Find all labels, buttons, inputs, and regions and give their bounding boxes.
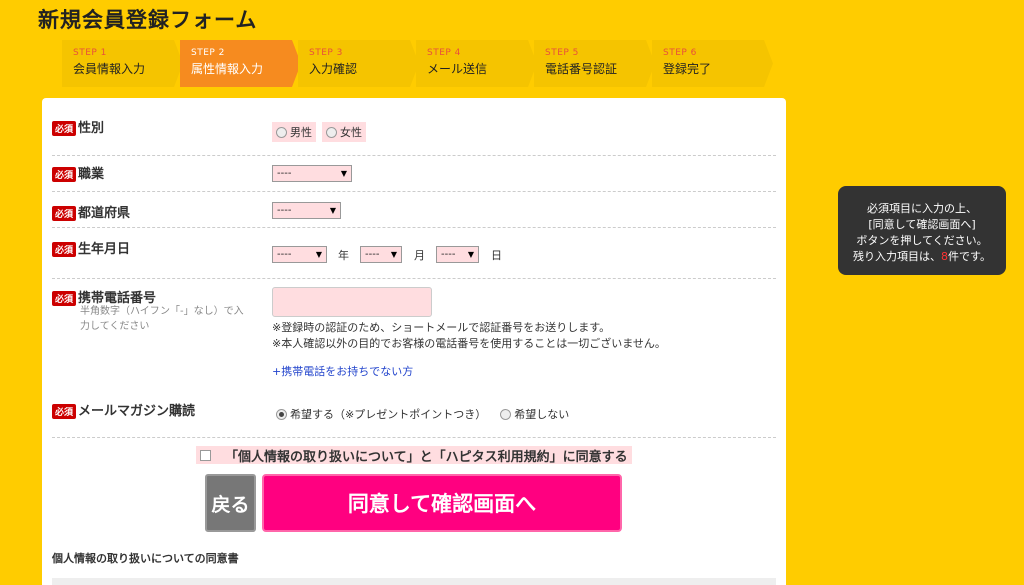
phone-input[interactable] xyxy=(272,287,432,317)
gender-female-label: 女性 xyxy=(340,126,362,139)
step-label: 会員情報入力 xyxy=(73,62,146,76)
newsletter-label: 必須 メールマガジン購読 xyxy=(52,400,195,419)
remaining-fields-tooltip: 必須項目に入力の上、 [同意して確認画面へ] ボタンを押してください。 残り入力… xyxy=(838,186,1006,275)
dropdown-arrow-icon: ▼ xyxy=(390,250,397,259)
month-unit: 月 xyxy=(414,249,425,262)
tooltip-line-4: 残り入力項目は、8件です。 xyxy=(838,249,1006,265)
dropdown-arrow-icon: ▼ xyxy=(467,250,474,259)
phone-hint: 半角数字（ハイフン「-」なし）で入力してください xyxy=(80,306,244,332)
birth-month-value: ---- xyxy=(365,249,380,260)
step-label: 属性情報入力 xyxy=(191,62,264,76)
step-label: 入力確認 xyxy=(309,62,358,76)
birth-day-value: ---- xyxy=(441,249,456,260)
consent-text-box[interactable] xyxy=(52,578,776,585)
phone-note-1: ※登録時の認証のため、ショートメールで認証番号をお送りします。 xyxy=(272,321,611,334)
dropdown-arrow-icon: ▼ xyxy=(315,250,322,259)
step-label: メール送信 xyxy=(427,62,488,76)
required-badge: 必須 xyxy=(52,121,77,136)
year-unit: 年 xyxy=(338,249,349,262)
step-number: STEP 1 xyxy=(73,48,107,58)
step-label: 電話番号認証 xyxy=(545,62,618,76)
birthdate-label-text: 生年月日 xyxy=(78,242,131,257)
divider xyxy=(52,155,776,156)
divider xyxy=(52,278,776,279)
newsletter-no-label: 希望しない xyxy=(514,408,570,421)
prefecture-select[interactable]: ---- ▼ xyxy=(272,202,341,219)
step-4: STEP 4 メール送信 xyxy=(416,40,537,87)
dropdown-arrow-icon: ▼ xyxy=(329,206,336,215)
tooltip-line-3: ボタンを押してください。 xyxy=(856,234,988,247)
newsletter-no-option[interactable]: 希望しない xyxy=(496,404,573,424)
divider xyxy=(52,191,776,192)
birth-year-select[interactable]: ---- ▼ xyxy=(272,246,327,263)
tooltip-suffix: 件です。 xyxy=(948,250,991,263)
step-number: STEP 3 xyxy=(309,48,343,58)
birthdate-label: 必須 生年月日 xyxy=(52,238,130,257)
radio-button[interactable] xyxy=(500,408,512,420)
step-5: STEP 5 電話番号認証 xyxy=(534,40,655,87)
step-number: STEP 4 xyxy=(427,48,461,58)
gender-radio-group: 男性 女性 xyxy=(272,122,366,142)
dropdown-arrow-icon: ▼ xyxy=(340,169,347,178)
step-number: STEP 2 xyxy=(191,48,225,58)
step-label: 登録完了 xyxy=(663,62,712,76)
occupation-label-text: 職業 xyxy=(78,167,105,182)
page-title: 新規会員登録フォーム xyxy=(38,8,258,32)
tooltip-line-2: [同意して確認画面へ] xyxy=(868,218,976,231)
required-badge: 必須 xyxy=(52,206,77,221)
required-badge: 必須 xyxy=(52,242,77,257)
occupation-select[interactable]: ---- ▼ xyxy=(272,165,352,182)
step-6: STEP 6 登録完了 xyxy=(652,40,773,87)
birth-day-select[interactable]: ---- ▼ xyxy=(436,246,479,263)
consent-title: 個人情報の取り扱いについての同意書 xyxy=(52,552,239,565)
gender-female-option[interactable]: 女性 xyxy=(322,122,366,142)
prefecture-label: 必須 都道府県 xyxy=(52,202,130,221)
agree-checkbox[interactable] xyxy=(200,449,211,461)
divider xyxy=(52,437,776,438)
gender-male-label: 男性 xyxy=(290,126,312,139)
step-1: STEP 1 会員情報入力 xyxy=(62,40,183,87)
day-unit: 日 xyxy=(491,249,502,262)
radio-button[interactable] xyxy=(276,408,287,420)
prefecture-select-value: ---- xyxy=(277,205,292,216)
radio-button[interactable] xyxy=(326,126,337,138)
required-badge: 必須 xyxy=(52,167,77,182)
agree-label: 「個人情報の取り扱いについて」と「ハピタス利用規約」に同意する xyxy=(225,449,628,465)
step-2: STEP 2 属性情報入力 xyxy=(180,40,301,87)
form-panel: 必須 性別 男性 女性 必須 職業 ---- ▼ 必須 都道府県 ---- ▼ 必須生… xyxy=(42,98,786,585)
confirm-button[interactable]: 同意して確認画面へ xyxy=(262,474,622,532)
tooltip-prefix: 残り入力項目は、 xyxy=(853,250,942,263)
occupation-label: 必須 職業 xyxy=(52,163,104,182)
birth-year-value: ---- xyxy=(277,249,292,260)
no-phone-link[interactable]: +携帯電話をお持ちでない方 xyxy=(272,363,413,379)
agree-checkbox-row[interactable]: 「個人情報の取り扱いについて」と「ハピタス利用規約」に同意する xyxy=(196,446,632,465)
birth-month-select[interactable]: ---- ▼ xyxy=(360,246,402,263)
required-badge: 必須 xyxy=(52,404,77,419)
step-number: STEP 6 xyxy=(663,48,697,58)
radio-button[interactable] xyxy=(276,126,287,138)
gender-male-option[interactable]: 男性 xyxy=(272,122,316,142)
newsletter-yes-option[interactable]: 希望する（※プレゼントポイントつき） xyxy=(272,404,490,424)
divider xyxy=(52,227,776,228)
remaining-count: 8 xyxy=(941,250,949,263)
gender-label: 必須 性別 xyxy=(52,117,104,136)
back-button[interactable]: 戻る xyxy=(205,474,256,532)
required-badge: 必須 xyxy=(52,291,77,306)
tooltip-line-1: 必須項目に入力の上、 xyxy=(867,202,977,215)
occupation-select-value: ---- xyxy=(277,168,292,179)
step-number: STEP 5 xyxy=(545,48,579,58)
gender-label-text: 性別 xyxy=(78,121,105,136)
newsletter-radio-group: 希望する（※プレゼントポイントつき） 希望しない xyxy=(272,404,573,424)
newsletter-yes-label: 希望する（※プレゼントポイントつき） xyxy=(290,408,487,421)
newsletter-label-text: メールマガジン購読 xyxy=(78,404,196,419)
step-3: STEP 3 入力確認 xyxy=(298,40,419,87)
prefecture-label-text: 都道府県 xyxy=(78,206,131,221)
phone-note-2: ※本人確認以外の目的でお客様の電話番号を使用することは一切ございません。 xyxy=(272,337,666,350)
